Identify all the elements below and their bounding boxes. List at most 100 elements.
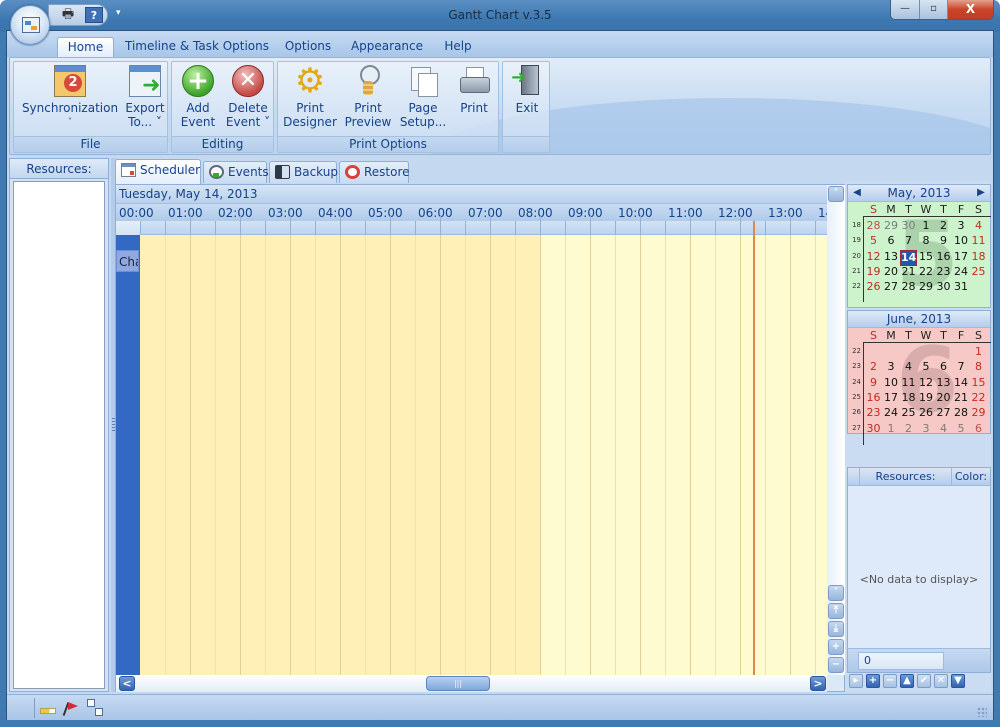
scroll-up-button[interactable]: ˄ [828,186,844,202]
delete-event-button[interactable]: ✕ Delete Event ˅ [224,65,272,129]
calendar-day[interactable]: 18 [900,391,917,405]
calendar-day[interactable]: 24 [953,265,970,279]
calendar-day[interactable]: 15 [970,376,987,390]
tab-scheduler[interactable]: Scheduler [115,159,201,184]
calendar-day[interactable]: 5 [953,422,970,436]
next-month-arrow-icon[interactable]: ▶ [975,185,987,201]
calendar-day[interactable]: 28 [953,406,970,420]
calendar-day[interactable]: 13 [935,376,952,390]
calendar-day[interactable]: 6 [883,234,900,248]
calendar-day[interactable]: 13 [883,250,900,264]
ribbon-tab-home[interactable]: Home [57,37,114,57]
calendar-day[interactable]: 29 [918,280,935,294]
calendar-day[interactable]: 14 [953,376,970,390]
progress-bar-icon[interactable] [40,708,56,714]
calendar-day[interactable]: 29 [970,406,987,420]
close-button[interactable]: X [947,0,993,19]
resources-list[interactable] [13,181,105,689]
calendar-day[interactable]: 16 [865,391,882,405]
calendar-day[interactable]: 17 [883,391,900,405]
calendar-day[interactable]: 18 [970,250,987,264]
calendar-day[interactable]: 6 [935,360,952,374]
tab-backup[interactable]: Backup [269,161,338,183]
calendar-day[interactable]: 4 [900,360,917,374]
calendar-day[interactable]: 5 [918,360,935,374]
calendar-day[interactable]: 9 [935,234,952,248]
calendar-day[interactable]: 17 [953,250,970,264]
flag-icon[interactable] [63,700,79,716]
column-header-resources[interactable]: Resources: [860,468,952,486]
calendar-day[interactable]: 28 [865,219,882,233]
calendar-day[interactable]: 22 [918,265,935,279]
print-button[interactable]: Print [454,65,494,115]
calendar-day[interactable]: 24 [883,406,900,420]
scroll-to-bottom-button[interactable]: ⤓ [828,621,844,637]
scroll-to-top-button[interactable]: ⤒ [828,603,844,619]
navigator-filter-button[interactable]: ▼ [951,674,965,688]
column-header-color[interactable]: Color: [952,468,990,486]
calendar-day[interactable]: 20 [935,391,952,405]
calendar-day[interactable]: 30 [900,219,917,233]
calendar-day[interactable]: 28 [900,280,917,294]
print-designer-button[interactable]: ⚙ Print Designer [282,64,338,129]
navigator-next-button[interactable]: ▸ [849,674,863,688]
maximize-button[interactable]: ▫ [919,0,947,19]
calendar-day[interactable]: 8 [970,360,987,374]
tab-restore[interactable]: Restore [339,161,410,183]
calendar-day[interactable]: 30 [935,280,952,294]
tab-events[interactable]: Events [203,161,269,183]
application-menu-button[interactable] [10,5,50,45]
previous-month-arrow-icon[interactable]: ◀ [851,185,863,201]
resize-grip-icon[interactable] [977,707,987,717]
calendar-day[interactable]: 3 [953,219,970,233]
calendar-day[interactable]: 12 [918,376,935,390]
calendar-day[interactable]: 3 [918,422,935,436]
export-to-button[interactable]: Export To... ˅ [124,65,166,129]
calendar-day[interactable]: 27 [935,406,952,420]
calendar-day[interactable]: 7 [953,360,970,374]
grid-footer-value[interactable]: 0 [858,652,944,670]
calendar-day[interactable]: 30 [865,422,882,436]
page-setup-button[interactable]: Page Setup... [398,65,448,129]
calendar-day[interactable]: 9 [865,376,882,390]
calendar-day[interactable]: 2 [865,360,882,374]
calendar-day[interactable]: 20 [883,265,900,279]
navigator-add-button[interactable]: + [866,674,880,688]
tree-expand-collapse-icon[interactable] [87,699,103,716]
ribbon-tab-help[interactable]: Help [438,37,478,57]
calendar-day[interactable]: 11 [900,376,917,390]
calendar-day[interactable]: 31 [953,280,970,294]
calendar-day[interactable]: 3 [883,360,900,374]
synchronization-button[interactable]: Synchronization ˅ [20,65,120,129]
ribbon-tab-appearance[interactable]: Appearance [347,37,427,57]
minimize-button[interactable]: — [891,0,919,19]
calendar-day[interactable]: 19 [918,391,935,405]
calendar-day[interactable]: 15 [918,250,935,264]
print-preview-button[interactable]: Print Preview [344,65,392,129]
zoom-out-button[interactable]: − [828,657,844,673]
calendar-day[interactable]: 7 [900,234,917,248]
calendar-day[interactable]: 22 [970,391,987,405]
timeline-grid[interactable] [140,235,827,675]
navigator-delete-button[interactable]: − [883,674,897,688]
calendar-day[interactable]: 25 [970,265,987,279]
horizontal-scrollbar[interactable]: < ||| > [116,675,827,692]
resource-header-cell[interactable]: Cha [116,250,139,272]
calendar-day[interactable]: 29 [883,219,900,233]
calendar-day[interactable]: 16 [935,250,952,264]
calendar-day[interactable]: 1 [918,219,935,233]
navigator-post-button[interactable]: ✔ [917,674,931,688]
zoom-in-button[interactable]: + [828,639,844,655]
calendar-day[interactable]: 1 [883,422,900,436]
calendar-day[interactable]: 23 [865,406,882,420]
calendar-day[interactable]: 10 [883,376,900,390]
calendar-day[interactable]: 8 [918,234,935,248]
calendar-day[interactable]: 2 [900,422,917,436]
scroll-down-button[interactable]: ˅ [828,585,844,601]
horizontal-scroll-thumb[interactable]: ||| [426,676,490,691]
calendar-day[interactable]: 4 [970,219,987,233]
calendar-day[interactable]: 6 [970,422,987,436]
calendar-day[interactable]: 10 [953,234,970,248]
calendar-day[interactable]: 19 [865,265,882,279]
calendar-day[interactable]: 27 [883,280,900,294]
